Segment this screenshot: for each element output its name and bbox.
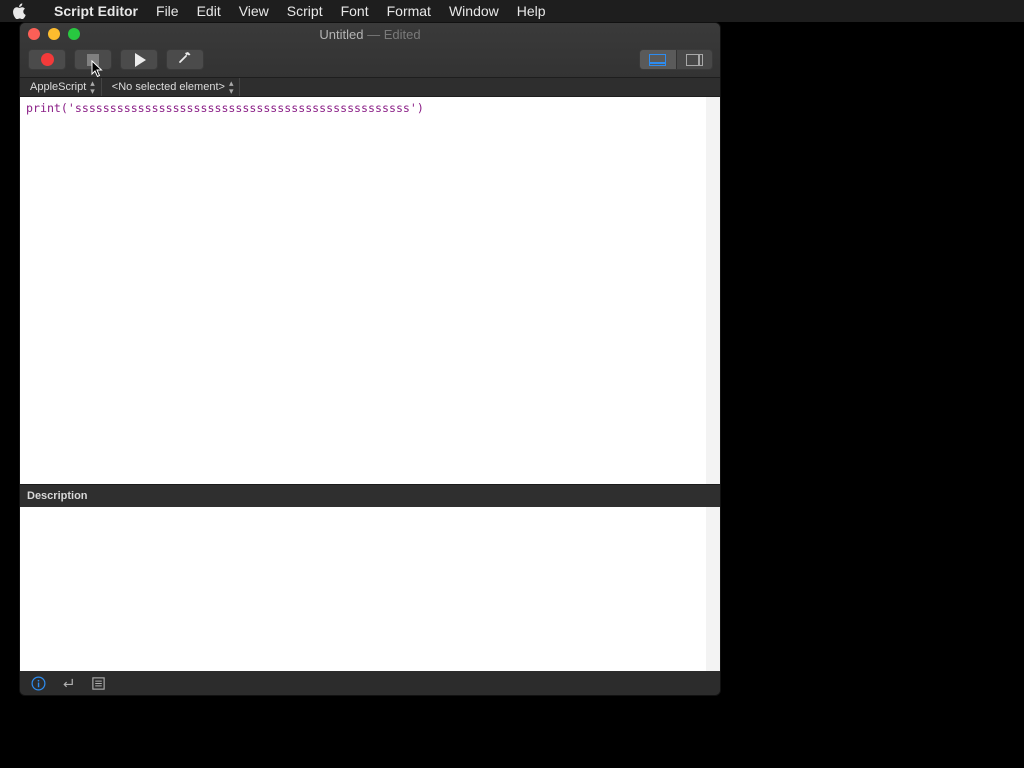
description-header: Description bbox=[20, 484, 720, 507]
window-title: Untitled — Edited bbox=[20, 27, 720, 42]
show-bottom-pane-button[interactable] bbox=[640, 50, 676, 69]
show-side-pane-icon bbox=[685, 53, 703, 66]
updown-chevron-icon: ▴ ▾ bbox=[228, 78, 234, 96]
view-toggle bbox=[639, 49, 713, 70]
language-popup[interactable]: AppleScript ▴ ▾ bbox=[20, 78, 102, 96]
run-button[interactable] bbox=[120, 49, 158, 70]
description-title: Description bbox=[27, 490, 88, 502]
menu-app-name[interactable]: Script Editor bbox=[38, 0, 147, 22]
play-icon bbox=[135, 52, 146, 67]
script-editor-window: Untitled — Edited AppleScript ▴ ▾ <No se… bbox=[20, 23, 720, 695]
result-button[interactable] bbox=[60, 675, 76, 691]
bottom-toolbar bbox=[20, 671, 720, 695]
script-code[interactable]: print('sssssssssssssssssssssssssssssssss… bbox=[26, 101, 424, 115]
navigation-bar: AppleScript ▴ ▾ <No selected element> ▴ ▾ bbox=[20, 77, 720, 97]
record-button[interactable] bbox=[28, 49, 66, 70]
menu-format[interactable]: Format bbox=[378, 0, 440, 22]
apple-menu-icon[interactable] bbox=[0, 0, 38, 22]
hammer-icon bbox=[178, 50, 192, 69]
menu-window[interactable]: Window bbox=[440, 0, 508, 22]
description-pane[interactable] bbox=[20, 507, 720, 671]
window-title-name: Untitled bbox=[319, 27, 364, 42]
menu-view[interactable]: View bbox=[230, 0, 278, 22]
menu-script[interactable]: Script bbox=[278, 0, 332, 22]
record-icon bbox=[40, 53, 54, 66]
window-title-status: — Edited bbox=[367, 27, 421, 42]
updown-chevron-icon: ▴ ▾ bbox=[90, 78, 95, 96]
element-popup[interactable]: <No selected element> ▴ ▾ bbox=[102, 78, 241, 96]
show-bottom-pane-icon bbox=[649, 53, 667, 66]
info-button[interactable] bbox=[30, 675, 46, 691]
return-icon bbox=[62, 678, 73, 687]
info-icon bbox=[31, 676, 45, 690]
title-bar[interactable]: Untitled — Edited bbox=[20, 23, 720, 77]
menu-font[interactable]: Font bbox=[332, 0, 378, 22]
menu-file[interactable]: File bbox=[147, 0, 188, 22]
menu-bar: Script Editor File Edit View Script Font… bbox=[0, 0, 1024, 22]
show-side-pane-button[interactable] bbox=[675, 50, 712, 69]
compile-button[interactable] bbox=[166, 49, 204, 70]
language-label: AppleScript bbox=[30, 81, 87, 93]
log-button[interactable] bbox=[90, 675, 106, 691]
mouse-cursor-icon bbox=[91, 60, 103, 78]
element-label: <No selected element> bbox=[111, 81, 225, 93]
menu-help[interactable]: Help bbox=[508, 0, 555, 22]
menu-edit[interactable]: Edit bbox=[188, 0, 230, 22]
script-editor-area[interactable]: print('sssssssssssssssssssssssssssssssss… bbox=[20, 97, 720, 484]
list-icon bbox=[91, 676, 105, 690]
